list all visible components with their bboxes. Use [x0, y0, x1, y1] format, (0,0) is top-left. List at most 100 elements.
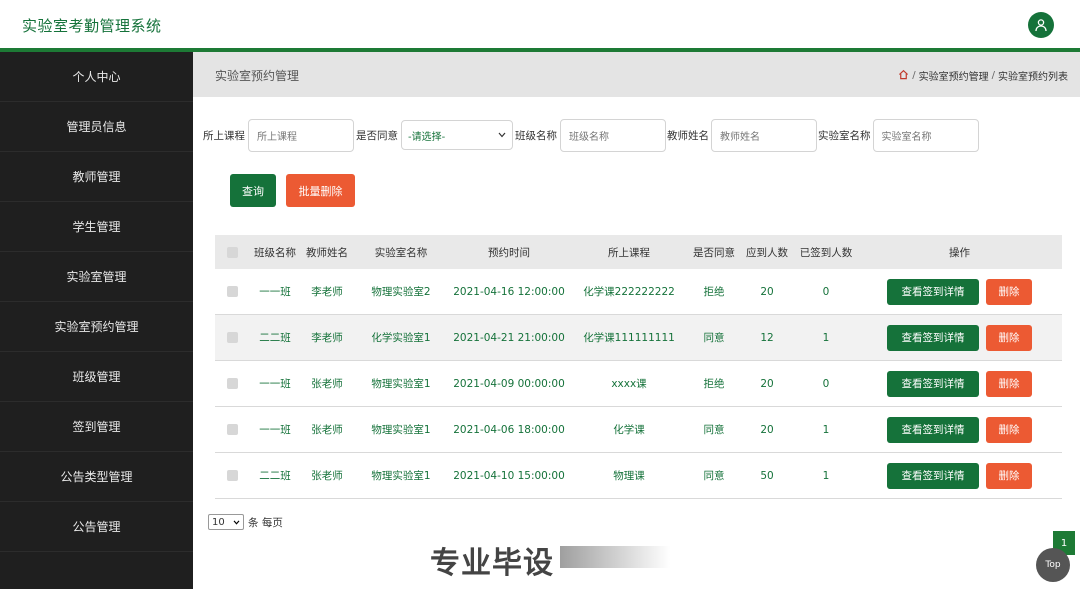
cell-class: 一一班: [259, 378, 291, 390]
delete-button[interactable]: 删除: [986, 278, 1032, 305]
row-actions: 查看签到详情 删除: [857, 278, 1062, 305]
table-row: 一一班 张老师 物理实验室1 2021-04-06 18:00:00 化学课 同…: [215, 407, 1062, 453]
row-checkbox[interactable]: [215, 470, 249, 481]
watermark-text: 专业毕设: [430, 546, 554, 581]
col-teacher: 教师姓名: [306, 246, 348, 259]
sidebar-item-lab-reservation-management[interactable]: 实验室预约管理: [0, 302, 193, 352]
cell-lab: 物理实验室2: [371, 286, 431, 298]
table-header: 班级名称 教师姓名 实验室名称 预约时间 所上课程 是否同意 应到人数 已签到人…: [215, 235, 1062, 269]
teacher-filter-input[interactable]: 教师姓名: [711, 118, 817, 152]
cell-agree: 同意: [703, 332, 725, 344]
watermark-fade: [560, 546, 670, 568]
page-size-value: 10: [212, 516, 225, 528]
row-checkbox[interactable]: [215, 424, 249, 435]
class-filter-input[interactable]: 班级名称: [560, 118, 666, 152]
bulk-delete-button[interactable]: 批量删除: [286, 174, 355, 207]
cell-teacher: 张老师: [311, 470, 343, 482]
delete-button[interactable]: 删除: [986, 416, 1032, 443]
col-due-count: 应到人数: [746, 246, 788, 259]
cell-time: 2021-04-10 15:00:00: [453, 469, 565, 482]
table-row: 二二班 李老师 化学实验室1 2021-04-21 21:00:00 化学课11…: [215, 315, 1062, 361]
sidebar-item-admin-info[interactable]: 管理员信息: [0, 102, 193, 152]
cell-due: 20: [760, 423, 774, 436]
row-checkbox[interactable]: [215, 286, 249, 297]
cell-signed: 1: [822, 331, 830, 344]
sidebar-item-notice-management[interactable]: 公告管理: [0, 502, 193, 552]
col-class: 班级名称: [254, 246, 296, 259]
page-header: 实验室预约管理 / 实验室预约管理 / 实验室预约列表: [193, 52, 1080, 97]
cell-due: 20: [760, 377, 774, 390]
agree-filter-value: -请选择-: [408, 131, 446, 143]
sidebar-item-class-management[interactable]: 班级管理: [0, 352, 193, 402]
delete-button[interactable]: 删除: [986, 370, 1032, 397]
cell-agree: 拒绝: [703, 286, 725, 298]
table-row: 一一班 张老师 物理实验室1 2021-04-09 00:00:00 xxxx课…: [215, 361, 1062, 407]
cell-class: 一一班: [259, 286, 291, 298]
page-title: 实验室预约管理: [215, 69, 300, 83]
view-checkin-details-button[interactable]: 查看签到详情: [887, 462, 979, 489]
breadcrumb-separator: /: [912, 70, 916, 81]
row-checkbox[interactable]: [215, 332, 249, 343]
cell-teacher: 张老师: [311, 424, 343, 436]
lab-filter-label: 实验室名称: [818, 129, 871, 142]
breadcrumb-lab-reservation-management[interactable]: 实验室预约管理: [919, 68, 989, 83]
course-filter-input[interactable]: 所上课程: [248, 118, 354, 152]
cell-lab: 物理实验室1: [371, 424, 431, 436]
row-actions: 查看签到详情 删除: [857, 370, 1062, 397]
agree-filter-label: 是否同意: [356, 129, 398, 142]
cell-time: 2021-04-21 21:00:00: [453, 331, 565, 344]
delete-button[interactable]: 删除: [986, 324, 1032, 351]
select-all-checkbox[interactable]: [215, 246, 249, 258]
table-row: 二二班 张老师 物理实验室1 2021-04-10 15:00:00 物理课 同…: [215, 453, 1062, 499]
sidebar-item-teacher-management[interactable]: 教师管理: [0, 152, 193, 202]
agree-filter-select[interactable]: -请选择-: [401, 120, 513, 150]
view-checkin-details-button[interactable]: 查看签到详情: [887, 278, 979, 305]
cell-class: 一一班: [259, 424, 291, 436]
breadcrumb-separator: /: [991, 70, 995, 81]
cell-lab: 物理实验室1: [371, 378, 431, 390]
user-icon-glyph: [1035, 19, 1047, 32]
sidebar-item-lab-management[interactable]: 实验室管理: [0, 252, 193, 302]
cell-due: 50: [760, 469, 774, 482]
app-title: 实验室考勤管理系统: [22, 17, 162, 35]
sidebar: 个人中心 管理员信息 教师管理 学生管理 实验室管理 实验室预约管理 班级管理 …: [0, 52, 193, 589]
cell-teacher: 张老师: [311, 378, 343, 390]
sidebar-item-personal-center[interactable]: 个人中心: [0, 52, 193, 102]
cell-signed: 0: [822, 377, 830, 390]
chevron-down-icon: [233, 519, 240, 525]
lab-filter-input[interactable]: 实验室名称: [872, 118, 979, 152]
row-actions: 查看签到详情 删除: [857, 324, 1062, 351]
user-icon[interactable]: [1028, 12, 1054, 38]
col-agree: 是否同意: [693, 246, 735, 259]
cell-teacher: 李老师: [311, 332, 343, 344]
view-checkin-details-button[interactable]: 查看签到详情: [887, 370, 979, 397]
cell-class: 二二班: [259, 470, 291, 482]
view-checkin-details-button[interactable]: 查看签到详情: [887, 416, 979, 443]
page-size-select[interactable]: 10: [208, 514, 244, 530]
cell-course: 物理课: [613, 470, 645, 482]
view-checkin-details-button[interactable]: 查看签到详情: [887, 324, 979, 351]
sidebar-item-checkin-management[interactable]: 签到管理: [0, 402, 193, 452]
back-to-top-button[interactable]: Top: [1036, 548, 1070, 582]
table-row: 一一班 李老师 物理实验室2 2021-04-16 12:00:00 化学课22…: [215, 269, 1062, 315]
query-button[interactable]: 查询: [230, 174, 276, 207]
cell-course: 化学课: [613, 424, 645, 436]
breadcrumb-lab-reservation-list: 实验室预约列表: [998, 72, 1068, 83]
cell-agree: 同意: [703, 424, 725, 436]
row-checkbox[interactable]: [215, 378, 249, 389]
cell-time: 2021-04-09 00:00:00: [453, 377, 565, 390]
pagination: 10 条 每页: [208, 514, 283, 530]
cell-course: 化学课222222222: [583, 286, 675, 298]
teacher-filter-label: 教师姓名: [667, 129, 709, 142]
home-icon[interactable]: [898, 69, 909, 83]
class-filter-label: 班级名称: [515, 129, 557, 142]
cell-course: 化学课111111111: [583, 332, 675, 344]
col-signed-count: 已签到人数: [799, 246, 853, 259]
cell-lab: 物理实验室1: [371, 470, 431, 482]
cell-time: 2021-04-16 12:00:00: [453, 285, 565, 298]
sidebar-item-notice-type-management[interactable]: 公告类型管理: [0, 452, 193, 502]
row-actions: 查看签到详情 删除: [857, 462, 1062, 489]
delete-button[interactable]: 删除: [986, 462, 1032, 489]
cell-signed: 1: [822, 423, 830, 436]
sidebar-item-student-management[interactable]: 学生管理: [0, 202, 193, 252]
